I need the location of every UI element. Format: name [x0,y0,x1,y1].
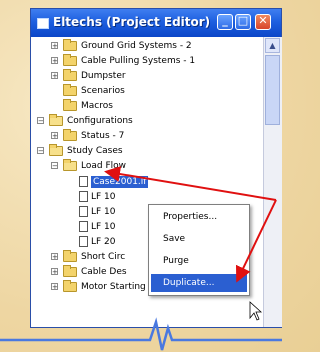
tree-item-label: LF 10 [91,207,116,217]
collapse-icon[interactable]: − [51,162,58,170]
document-icon [79,221,88,232]
tree-item[interactable]: LF 10 [31,190,261,204]
tree-item-label: Load Flow [81,161,126,171]
folder-icon [49,144,63,156]
menu-item-purge[interactable]: Purge [151,252,247,270]
close-icon: ✕ [258,14,268,27]
menu-item-properties[interactable]: Properties... [151,208,247,226]
menu-item-duplicate[interactable]: Duplicate... [151,274,247,292]
tree-item-selected[interactable]: Case2001.lf [31,175,261,189]
maximize-button[interactable]: □ [235,14,251,30]
scroll-thumb[interactable] [265,55,280,125]
folder-icon [63,265,77,277]
tree-item-label: Cable Des [81,267,127,277]
expand-icon[interactable]: + [51,72,58,80]
tree-item-label: Short Circ [81,252,126,262]
tree-item[interactable]: + Status - 7 [31,129,261,143]
folder-icon [63,280,77,292]
tree-item-label: Dumpster [81,71,126,81]
tree-item[interactable]: + Dumpster [31,69,261,83]
window-title: Eltechs (Project Editor) [53,15,211,29]
tree-item[interactable]: − Study Cases [31,144,261,158]
title-bar[interactable]: Eltechs (Project Editor) _ □ ✕ [31,9,281,37]
folder-icon [63,129,77,141]
folder-icon [63,159,77,171]
tree-item-label: Study Cases [67,146,123,156]
scroll-up-icon[interactable]: ▲ [265,38,280,53]
expand-icon[interactable]: + [51,42,58,50]
tree-item-label: Status - 7 [81,131,125,141]
tree-item[interactable]: + Cable Pulling Systems - 1 [31,54,261,68]
document-icon [79,191,88,202]
tree-item-label: Macros [81,101,113,111]
tree-item-label: LF 10 [91,192,116,202]
tree-item[interactable]: Scenarios [31,84,261,98]
tree-item-label: LF 20 [91,237,116,247]
document-icon [79,236,88,247]
document-icon [79,176,88,187]
folder-icon [63,69,77,81]
expand-icon[interactable]: + [51,57,58,65]
close-button[interactable]: ✕ [255,14,271,30]
folder-icon [63,84,77,96]
collapse-icon[interactable]: − [37,117,44,125]
document-icon [79,206,88,217]
tree-item[interactable]: − Load Flow [31,159,261,173]
tree-item-label: Configurations [67,116,133,126]
tree-item[interactable]: − Configurations [31,114,261,128]
expand-icon[interactable]: + [51,132,58,140]
maximize-icon: □ [237,14,249,27]
tree-item-label: Ground Grid Systems - 2 [81,41,192,51]
expand-icon[interactable]: + [51,283,58,291]
menu-item-save[interactable]: Save [151,230,247,248]
context-menu: Properties... Save Purge Duplicate... [148,204,250,296]
folder-icon [63,39,77,51]
folder-icon [63,250,77,262]
expand-icon[interactable]: + [51,268,58,276]
vertical-scrollbar[interactable]: ▲ [263,37,282,327]
tree-item[interactable]: Macros [31,99,261,113]
tree-item-label: Scenarios [81,86,125,96]
tree-item[interactable]: + Ground Grid Systems - 2 [31,39,261,53]
collapse-icon[interactable]: − [37,147,44,155]
folder-icon [63,99,77,111]
app-icon [37,18,49,29]
expand-icon[interactable]: + [51,253,58,261]
tree-item-label: Case2001.lf [91,176,149,188]
minimize-icon: _ [222,14,228,27]
folder-icon [49,114,63,126]
tree-item-label: LF 10 [91,222,116,232]
minimize-button[interactable]: _ [217,14,233,30]
folder-icon [63,54,77,66]
tree-item-label: Cable Pulling Systems - 1 [81,56,196,66]
